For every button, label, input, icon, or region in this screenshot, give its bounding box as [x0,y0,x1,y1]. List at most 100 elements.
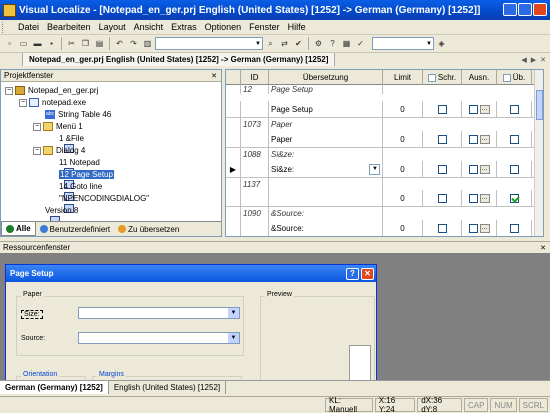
open-folder-icon[interactable]: ▬ [31,37,44,50]
menu-hilfe[interactable]: Hilfe [284,22,310,32]
grid-icon[interactable]: ▦ [340,37,353,50]
size-label[interactable]: Size: [21,310,43,319]
ellipsis-button[interactable]: … [479,223,490,233]
replace-icon[interactable]: ⇄ [278,37,291,50]
copy-icon[interactable]: ❐ [79,37,92,50]
tab-english[interactable]: English (United States) [1252] [109,381,227,394]
tree-node-dialog-notepad[interactable]: 11 Notepad [59,157,100,177]
chevron-down-icon[interactable]: ▼ [228,333,239,343]
ausn-checkbox[interactable] [468,134,478,144]
ub-checkbox[interactable] [509,104,519,114]
table-row[interactable]: 0 … [226,190,543,207]
collapse-icon[interactable]: − [33,122,41,131]
cut-icon[interactable]: ✂ [65,37,78,50]
tree-node-exe[interactable]: − notepad.exe [19,97,86,108]
project-tab[interactable]: Notepad_en_ger.prj English (United State… [22,53,336,66]
schr-checkbox[interactable] [437,134,447,144]
new-icon[interactable]: ▫ [3,37,16,50]
language-icon[interactable]: ◈ [435,37,448,50]
source-combobox[interactable]: ▼ [78,332,240,344]
help-icon[interactable]: ? [346,267,359,280]
menu-optionen[interactable]: Optionen [201,22,246,32]
close-icon[interactable]: ✕ [361,267,374,280]
settings-icon[interactable]: ⚙ [312,37,325,50]
pin-icon[interactable]: ✕ [211,72,217,80]
collapse-icon[interactable]: − [19,98,27,107]
validate-icon[interactable]: ✓ [354,37,367,50]
table-row[interactable]: 1073 Paper [226,118,543,131]
tab-zu-uebersetzen[interactable]: Zu übersetzen [114,222,183,236]
tree-node-version[interactable]: Version 8 [45,205,78,225]
ausn-checkbox[interactable] [468,164,478,174]
ausn-checkbox[interactable] [468,104,478,114]
table-row[interactable]: 1090 &Source: [226,207,543,220]
translation-editor[interactable]: Si&ze: ▼ [269,161,383,177]
tree-node-dialog-goto[interactable]: 14 Goto line [59,181,102,201]
close-button[interactable] [533,3,547,16]
collapse-icon[interactable]: − [33,146,41,155]
table-row[interactable]: 1137 [226,178,543,190]
tree-node-dialog-page-setup[interactable]: 12 Page Setup [59,169,114,189]
ub-checkbox[interactable] [509,223,519,233]
tab-benutzerdefiniert[interactable]: Benutzerdefiniert [36,222,114,236]
ub-checkbox[interactable] [509,164,519,174]
ub-checkbox[interactable] [509,134,519,144]
tab-prev-icon[interactable]: ◀ [521,56,526,64]
chevron-down-icon[interactable]: ▼ [228,308,239,318]
checkbox-icon[interactable] [502,73,511,82]
header-schr[interactable]: Schr. [423,70,462,85]
schr-checkbox[interactable] [437,104,447,114]
ub-checkbox-checked[interactable] [509,193,519,203]
paste-icon[interactable]: ▤ [93,37,106,50]
tree-node-dialog[interactable]: − Dialog 4 [33,145,85,156]
menu-ansicht[interactable]: Ansicht [130,22,168,32]
ausn-checkbox[interactable] [468,223,478,233]
schr-checkbox[interactable] [437,193,447,203]
redo-icon[interactable]: ↷ [127,37,140,50]
maximize-button[interactable] [518,3,532,16]
ellipsis-button[interactable]: … [479,134,490,144]
table-row[interactable]: Page Setup 0 … [226,101,543,118]
menu-datei[interactable]: Datei [14,22,43,32]
save-icon[interactable]: ▪ [45,37,58,50]
menu-layout[interactable]: Layout [95,22,130,32]
tab-next-icon[interactable]: ▶ [531,56,536,64]
table-row[interactable]: Paper 0 … [226,131,543,148]
ellipsis-button[interactable]: … [479,193,490,203]
table-row[interactable]: &Source: 0 … [226,220,543,236]
scroll-thumb[interactable] [536,90,543,120]
header-ub[interactable]: Üb. [497,70,532,85]
tab-german[interactable]: German (Germany) [1252] [0,381,109,394]
menu-extras[interactable]: Extras [167,22,201,32]
header-id[interactable]: ID [241,70,269,85]
checkbox-icon[interactable] [427,73,436,82]
ellipsis-button[interactable]: … [479,164,490,174]
tree-node-menu-file[interactable]: 1 &File [59,133,84,153]
menu-bearbeiten[interactable]: Bearbeiten [43,22,95,32]
print-icon[interactable]: ▥ [141,37,154,50]
pin-icon[interactable]: ✕ [540,244,546,252]
grid-scrollbar[interactable] [534,70,543,236]
ausn-checkbox[interactable] [468,193,478,203]
collapse-icon[interactable]: − [5,86,13,95]
menu-fenster[interactable]: Fenster [245,22,284,32]
filter-combobox[interactable]: ▼ [155,37,263,50]
tab-alle[interactable]: Alle [1,222,36,236]
tree-node-menu[interactable]: − Menü 1 [33,121,83,132]
help-icon[interactable]: ? [326,37,339,50]
tree-node-project[interactable]: − Notepad_en_ger.prj [5,85,98,96]
table-row-selected[interactable]: ▶ Si&ze: ▼ 0 … [226,161,543,178]
tree-node-string-table[interactable]: abc String Table 46 [45,109,111,120]
header-uebersetzung[interactable]: Übersetzung [269,70,383,85]
table-row[interactable]: 1088 Si&ze: [226,148,543,161]
open-icon[interactable]: ▭ [17,37,30,50]
tab-close-icon[interactable]: ✕ [540,56,546,64]
spell-icon[interactable]: ✔ [292,37,305,50]
size-combobox[interactable]: ▼ [78,307,240,319]
dropdown-button[interactable]: ▼ [369,163,380,175]
minimize-button[interactable] [503,3,517,16]
schr-checkbox[interactable] [437,223,447,233]
find-icon[interactable]: ⌕ [264,37,277,50]
schr-checkbox[interactable] [437,164,447,174]
header-limit[interactable]: Limit [383,70,423,85]
